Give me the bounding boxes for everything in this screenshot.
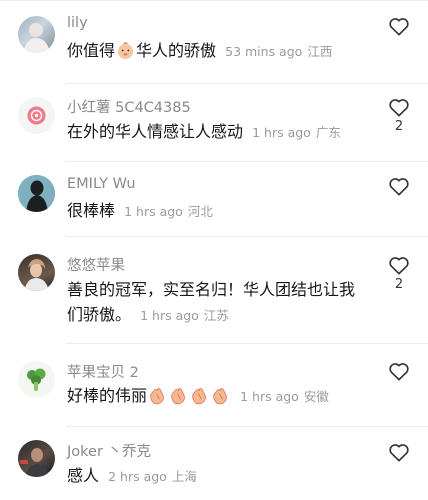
comment-meta: 2 hrs ago 上海 (108, 469, 197, 484)
avatar[interactable] (18, 175, 55, 212)
comment-text-part: 感人 (67, 466, 100, 485)
like-button[interactable] (388, 16, 410, 36)
silhouette-avatar-icon (18, 175, 55, 212)
comment-text: 好棒的伟丽 1 hrs ago 安徽 (67, 383, 377, 409)
avatar[interactable] (18, 361, 55, 398)
user-photo-avatar-icon (23, 23, 50, 53)
comment-list: lily 你值得 华人的骄傲 53 mins ago 江西 小红薯 5C4C4385… (0, 0, 428, 500)
comment-item: EMILY Wu 很棒棒 1 hrs ago 河北 (0, 162, 428, 236)
avatar[interactable] (18, 254, 55, 291)
clap-emoji-icon (171, 388, 185, 405)
comment-location: 上海 (171, 469, 197, 484)
comment-username[interactable]: 苹果宝贝 2 (67, 361, 139, 382)
comment-text-part: 很棒棒 (67, 201, 116, 220)
comment-username[interactable]: 小红薯 5C4C4385 (67, 96, 191, 117)
like-button[interactable] (388, 97, 410, 117)
broccoli-avatar-icon (27, 368, 46, 391)
comment-username[interactable]: EMILY Wu (67, 176, 136, 192)
heart-icon (389, 18, 409, 36)
comment-item: 悠悠苹果 善良的冠军，实至名归！华人团结也让我们骄傲。 1 hrs ago 江苏 … (0, 237, 428, 343)
comment-location: 广东 (315, 125, 341, 140)
like-button[interactable] (388, 361, 410, 381)
comment-text: 在外的华人情感让人感动 1 hrs ago 广东 (67, 119, 377, 145)
comment-item: lily 你值得 华人的骄傲 53 mins ago 江西 (0, 0, 428, 84)
user-photo-avatar-icon (20, 448, 49, 477)
baby-face-emoji-icon (117, 42, 134, 60)
like-button[interactable] (388, 176, 410, 196)
comment-meta: 1 hrs ago 安徽 (240, 389, 329, 404)
comment-item: 小红薯 5C4C4385 在外的华人情感让人感动 1 hrs ago 广东 2 (0, 84, 428, 164)
avatar[interactable] (18, 16, 55, 53)
heart-icon (389, 178, 409, 196)
heart-icon (389, 444, 409, 462)
comment-meta: 1 hrs ago 江苏 (140, 308, 229, 323)
comment-time: 2 hrs ago (108, 469, 167, 484)
comment-username[interactable]: Joker 丶乔克 (67, 440, 151, 461)
comment-text-part: 在外的华人情感让人感动 (67, 122, 244, 141)
comment-location: 安徽 (303, 389, 329, 404)
comment-text-part: 好棒的伟丽 (67, 386, 148, 405)
comment-text: 感人 2 hrs ago 上海 (67, 463, 377, 489)
heart-icon (389, 257, 409, 275)
comment-time: 1 hrs ago (252, 125, 311, 140)
heart-icon (389, 99, 409, 117)
comment-location: 江苏 (203, 308, 229, 323)
comment-text: 很棒棒 1 hrs ago 河北 (67, 198, 377, 224)
like-count: 2 (394, 119, 404, 134)
comment-item: 苹果宝贝 2 好棒的伟丽 1 hrs ago 安徽 (0, 344, 428, 426)
clap-emoji-icon (150, 388, 164, 405)
user-photo-avatar-icon (24, 259, 49, 291)
comment-meta: 1 hrs ago 广东 (252, 125, 341, 140)
comment-time: 1 hrs ago (124, 204, 183, 219)
comment-meta: 1 hrs ago 河北 (124, 204, 213, 219)
comment-text-part: 华人的骄傲 (136, 41, 217, 60)
clap-emoji-icon (213, 388, 227, 405)
comment-item: Joker 丶乔克 感人 2 hrs ago 上海 (0, 427, 428, 500)
comment-meta: 53 mins ago 江西 (225, 44, 332, 59)
comment-time: 1 hrs ago (140, 308, 199, 323)
comment-text: 你值得 华人的骄傲 53 mins ago 江西 (67, 38, 377, 64)
like-button[interactable] (388, 442, 410, 462)
heart-icon (389, 363, 409, 381)
comment-location: 江西 (307, 44, 333, 59)
comment-time: 53 mins ago (225, 44, 303, 59)
like-button[interactable] (388, 255, 410, 275)
avatar[interactable] (18, 97, 55, 134)
avatar[interactable] (18, 440, 55, 477)
clap-emoji-icon (192, 388, 206, 405)
comment-location: 河北 (187, 204, 213, 219)
comment-text-part: 你值得 (67, 41, 116, 60)
comment-text: 善良的冠军，实至名归！华人团结也让我们骄傲。 1 hrs ago 江苏 (67, 277, 367, 328)
comment-username[interactable]: 悠悠苹果 (67, 254, 125, 275)
comment-username[interactable]: lily (67, 15, 88, 31)
like-count: 2 (394, 277, 404, 292)
default-pink-avatar-icon (27, 106, 46, 125)
comment-time: 1 hrs ago (240, 389, 299, 404)
